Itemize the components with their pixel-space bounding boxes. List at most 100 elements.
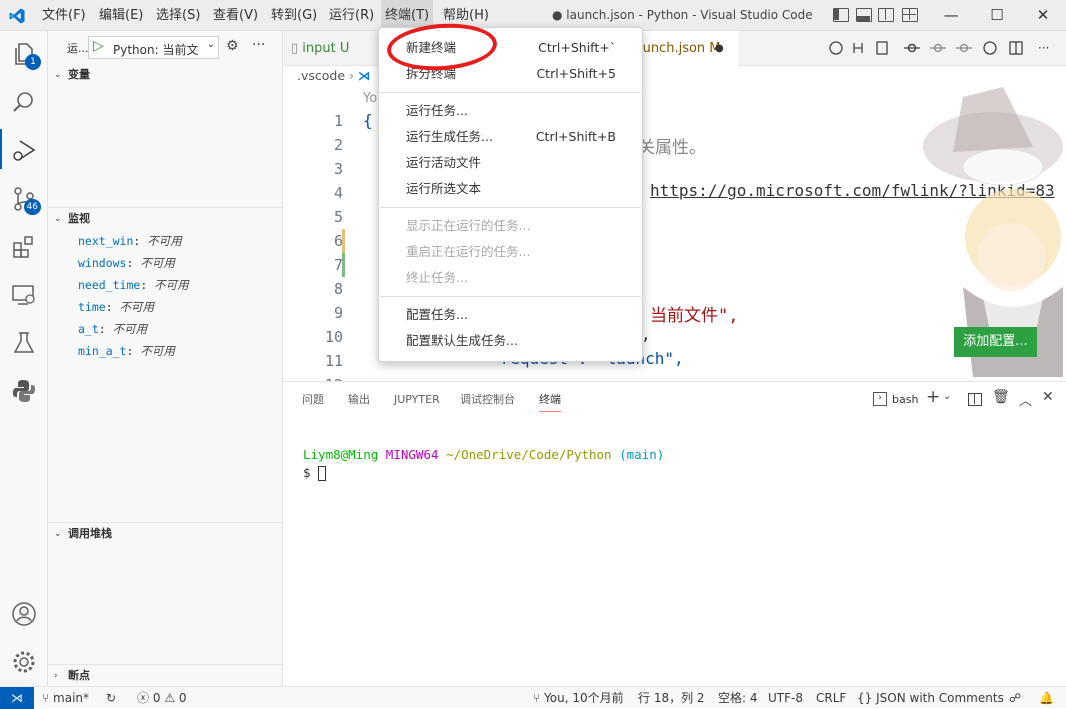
menu-selection[interactable]: 选择(S) [152,0,204,31]
menu-item-label: 显示正在运行的任务... [406,218,531,233]
watch-item[interactable]: windows: 不可用 [78,255,175,271]
prompt-path: ~/OneDrive/Code/Python [446,447,612,462]
status-bar: ⋊ ⑂ main* ↻ ⓧ 0 ⚠ 0 ⑂ You, 10个月前 行 18，列 … [0,686,1066,709]
start-debug-icon[interactable]: ▷ [93,38,104,54]
debug-settings-gear-icon[interactable]: ⚙ [226,38,239,54]
extensions-icon[interactable] [11,234,37,260]
language-label: JSON with Comments [876,691,1004,705]
line-number: 3 [333,160,343,178]
source-control-icon[interactable]: 46 [11,186,41,215]
toggle-panel-icon[interactable] [856,8,872,22]
search-icon[interactable] [11,89,37,115]
code-brace: { [363,111,373,130]
tab-problems[interactable]: 问题 [302,382,324,418]
variables-section-header[interactable]: ⌄ 变量 [48,64,283,86]
settings-gear-icon[interactable] [11,649,37,675]
menu-item-label: 配置默认生成任务... [406,333,518,348]
menu-item-run-active-file[interactable]: 运行活动文件 [380,150,641,176]
line-number: 5 [333,208,343,226]
close-panel-icon[interactable]: ✕ [1042,389,1054,405]
indentation[interactable]: 空格: 4 [718,687,758,709]
notifications-bell-icon[interactable]: 🔔 [1039,687,1054,709]
run-config-select[interactable]: ▷ Python: 当前文 ⌄ [88,36,219,59]
watch-name: next_win [78,234,134,248]
blame-status[interactable]: ⑂ You, 10个月前 [533,687,624,709]
menu-go[interactable]: 转到(G) [267,0,321,31]
menu-item-configure-default-build-task[interactable]: 配置默认生成任务... [380,328,641,354]
line-number: 9 [333,304,343,322]
more-actions-icon[interactable]: ··· [252,37,265,53]
unsaved-dot-icon[interactable]: ● [715,31,724,66]
menu-item-run-task[interactable]: 运行任务... [380,98,641,124]
menu-view[interactable]: 查看(V) [209,0,262,31]
remote-explorer-icon[interactable] [11,282,37,308]
watch-item[interactable]: next_win: 不可用 [78,233,182,249]
vscode-logo-icon[interactable] [8,7,26,25]
toggle-sidebar-icon[interactable] [833,8,849,22]
account-icon[interactable] [11,601,37,627]
toggle-secondary-sidebar-icon[interactable] [878,8,894,22]
watch-item[interactable]: min_a_t: 不可用 [78,343,175,359]
menu-item-label: 运行任务... [406,103,468,118]
remote-indicator-icon[interactable]: ⋊ [0,687,34,709]
cursor-position[interactable]: 行 18，列 2 [638,687,705,709]
watch-item[interactable]: time: 不可用 [78,299,154,315]
menu-run[interactable]: 运行(R) [325,0,378,31]
terminal-shell-label[interactable]: bash [892,393,918,406]
menu-edit[interactable]: 编辑(E) [95,0,147,31]
sync-icon[interactable]: ↻ [106,687,116,709]
git-branch-icon: ⑂ [42,691,50,705]
callstack-section-header[interactable]: ⌄ 调用堆栈 [48,522,283,544]
codelens[interactable]: Yo [363,91,377,106]
python-icon[interactable] [11,378,37,404]
explorer-icon[interactable]: 1 [11,41,41,70]
close-button[interactable]: ✕ [1020,0,1066,31]
end-of-line[interactable]: CRLF [816,687,846,709]
encoding[interactable]: UTF-8 [768,687,803,709]
split-terminal-icon[interactable] [968,393,982,406]
watch-item[interactable]: need_time: 不可用 [78,277,189,293]
problems-status[interactable]: ⓧ 0 ⚠ 0 [137,687,187,709]
new-terminal-plus-icon[interactable]: + [926,387,940,407]
maximize-panel-icon[interactable]: ︿ [1019,390,1032,409]
tab-input[interactable]: ▯ input U [283,31,363,66]
watch-value: 不可用 [154,278,189,292]
run-debug-sidebar: 运... ▷ Python: 当前文 ⌄ ⚙ ··· ⌄ 变量 ⌄ 监视 next_… [48,31,283,686]
tab-terminal[interactable]: 终端 [539,382,561,412]
menu-item-label: 配置任务... [406,307,468,322]
watch-section-header[interactable]: ⌄ 监视 [48,207,283,229]
menu-file[interactable]: 文件(F) [38,0,90,31]
breadcrumb-folder[interactable]: .vscode [297,68,345,83]
chevron-down-icon: ⌄ [54,214,62,224]
menu-item-run-selected-text[interactable]: 运行所选文本 [380,176,641,202]
chevron-down-icon: ⌄ [206,39,215,50]
branch-status[interactable]: ⑂ main* [42,687,89,709]
tab-output[interactable]: 输出 [348,382,370,418]
run-debug-icon[interactable] [11,137,37,163]
compare-icon [853,43,863,53]
breakpoints-section-header[interactable]: › 断点 [48,664,283,686]
watch-name: windows [78,256,127,270]
tab-debug-console[interactable]: 调试控制台 [460,382,515,418]
maximize-button[interactable]: ☐ [974,0,1020,31]
timeline-icon [829,41,843,55]
menu-item-configure-tasks[interactable]: 配置任务... [380,302,641,328]
sidebar-title: 运... [67,42,89,55]
terminal-input-line[interactable]: $ [303,465,327,481]
menu-item-shortcut: Ctrl+Shift+B [535,129,616,144]
feedback-icon[interactable]: ☍ [1009,687,1021,709]
customize-layout-icon[interactable] [902,8,918,22]
watch-item[interactable]: a_t: 不可用 [78,321,147,337]
language-mode[interactable]: {} JSON with Comments [857,687,1004,709]
menu-item-run-build-task[interactable]: 运行生成任务... Ctrl+Shift+B [380,124,641,150]
testing-icon[interactable] [11,330,37,356]
watch-name: a_t [78,322,99,336]
code-string: 当前文件", [650,306,739,326]
menu-item-shortcut: Ctrl+Shift+5 [536,66,616,81]
breadcrumb[interactable]: .vscode › ⋊ [297,68,371,83]
tab-jupyter[interactable]: JUPYTER [394,382,440,418]
trash-icon[interactable]: 🗑 [992,389,1010,405]
chevron-down-icon[interactable]: ⌄ [943,391,951,402]
add-configuration-button[interactable]: 添加配置... [954,327,1037,357]
minimize-button[interactable]: — [928,0,974,31]
